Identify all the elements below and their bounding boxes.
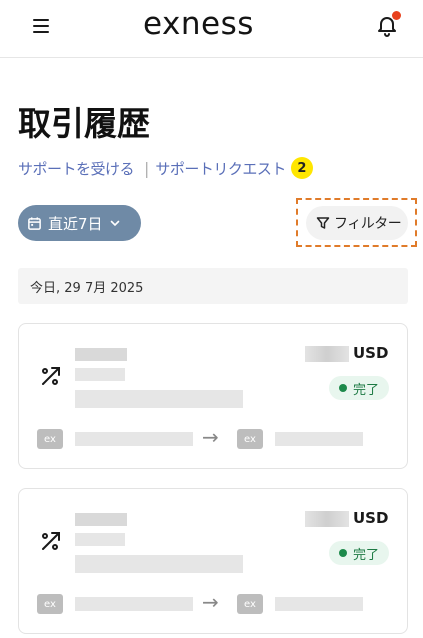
source-account-logo: ex (37, 429, 63, 449)
status-dot (339, 384, 347, 392)
chevron-down-icon (110, 220, 119, 227)
date-range-label: 直近7日 (48, 214, 103, 233)
transaction-card[interactable]: USD 完了 ex → ex (18, 323, 408, 469)
source-account-logo: ex (37, 594, 63, 614)
funnel-icon (316, 217, 330, 229)
filter-button[interactable]: フィルター (306, 206, 408, 240)
support-request-count-badge: 2 (290, 157, 313, 179)
page-title: 取引履歴 (18, 104, 150, 143)
status-label: 完了 (353, 382, 380, 398)
redacted-source-account (75, 432, 193, 446)
redacted-amount (305, 511, 349, 527)
status-label: 完了 (353, 547, 380, 563)
redacted-subtitle (75, 533, 125, 546)
status-badge: 完了 (329, 541, 390, 565)
calendar-icon (28, 216, 41, 230)
redacted-title (75, 348, 127, 361)
hamburger-menu-icon[interactable] (33, 19, 49, 33)
redacted-title (75, 513, 127, 526)
arrow-right-icon: → (202, 425, 219, 449)
transaction-card[interactable]: USD 完了 ex → ex (18, 488, 408, 634)
support-requests-link[interactable]: サポートリクエスト (155, 158, 286, 179)
notification-dot (392, 11, 401, 20)
arrow-right-icon: → (202, 590, 219, 614)
redacted-source-account (75, 597, 193, 611)
redacted-destination-account (275, 597, 363, 611)
redacted-subtitle (75, 368, 125, 381)
link-separator: | (144, 158, 150, 178)
currency-label: USD (353, 344, 389, 362)
destination-account-logo: ex (237, 594, 263, 614)
date-range-dropdown[interactable]: 直近7日 (18, 205, 141, 241)
date-group-header: 今日, 29 7月 2025 (18, 268, 408, 304)
destination-account-logo: ex (237, 429, 263, 449)
currency-label: USD (353, 509, 389, 527)
exness-logo[interactable]: exness (143, 6, 254, 42)
get-support-link[interactable]: サポートを受ける (18, 158, 135, 179)
redacted-detail (75, 555, 243, 573)
support-links: サポートを受ける | サポートリクエスト 2 (18, 156, 313, 180)
top-bar: exness (0, 0, 423, 58)
filter-label: フィルター (334, 216, 402, 232)
status-badge: 完了 (329, 376, 390, 400)
redacted-amount (305, 346, 349, 362)
status-dot (339, 549, 347, 557)
transfer-percent-icon (42, 367, 60, 385)
redacted-destination-account (275, 432, 363, 446)
transfer-percent-icon (42, 532, 60, 550)
redacted-detail (75, 390, 243, 408)
